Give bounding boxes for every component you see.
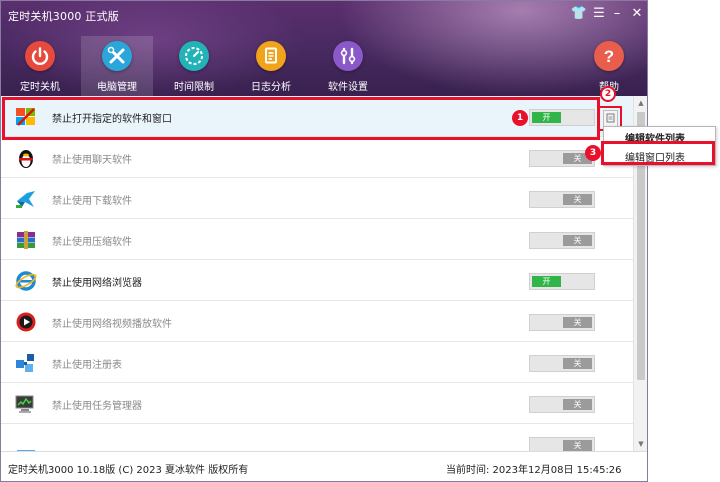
tab-label: 电脑管理 [97,82,137,93]
tab-label: 日志分析 [251,82,291,93]
qq-penguin-icon [14,146,38,170]
row-label: 禁止使用网络视频播放软件 [52,319,172,330]
toggle-knob: 开 [532,276,561,287]
row-label: 禁止使用网络浏览器 [52,278,142,289]
menu-icon[interactable]: ☰ [590,5,608,23]
task-manager-icon [14,392,38,416]
list-item[interactable]: 禁止使用注册表 关 [1,342,633,383]
log-icon [256,41,286,71]
toggle-knob: 关 [563,399,592,410]
toggle-switch[interactable]: 关 [529,396,595,413]
toggle-switch[interactable]: 关 [529,191,595,208]
help-icon: ? [594,41,624,71]
status-bar: 定时关机3000 10.18版 (C) 2023 夏冰软件 版权所有 当前时间:… [1,451,647,481]
tab-log-analysis[interactable]: 日志分析 [235,36,307,96]
toggle-knob: 关 [563,194,592,205]
tab-software-settings[interactable]: 软件设置 [312,36,384,96]
scroll-down-icon[interactable]: ▼ [634,437,647,451]
toggle-knob: 关 [563,317,592,328]
tab-label: 定时关机 [20,82,60,93]
toggle-knob: 关 [563,358,592,369]
tab-shutdown[interactable]: 定时关机 [4,36,76,96]
list-item[interactable]: 禁止使用下载软件 关 [1,178,633,219]
settings-icon [333,41,363,71]
app-window: 定时关机3000 正式版 👕 ☰ – ✕ 定时关机 电脑管理 时间限制 日志分析… [0,0,648,482]
toggle-knob: 关 [563,440,592,451]
row-label: 禁止使用任务管理器 [52,401,142,412]
header-bar: 定时关机3000 正式版 👕 ☰ – ✕ 定时关机 电脑管理 时间限制 日志分析… [1,1,647,96]
toggle-switch[interactable]: 关 [529,355,595,372]
row-label: 禁止使用压缩软件 [52,237,132,248]
current-time: 当前时间: 2023年12月08日 15:45:26 [446,465,622,476]
highlight-box-menu [601,141,715,165]
power-icon [25,41,55,71]
svg-text:?: ? [604,47,614,66]
partial-row-icon [14,433,38,451]
tab-label: 软件设置 [328,82,368,93]
list-item[interactable]: 禁止使用聊天软件 关 [1,137,633,178]
timer-icon [179,41,209,71]
window-title: 定时关机3000 正式版 [8,10,119,23]
list-item[interactable]: 禁止使用网络浏览器 开 [1,260,633,301]
list-item[interactable]: 关 [1,424,633,451]
toggle-switch[interactable]: 开 [529,273,595,290]
download-bird-icon [14,187,38,211]
winrar-books-icon [14,228,38,252]
toggle-switch[interactable]: 关 [529,437,595,451]
ie-browser-icon [14,269,38,293]
tab-label: 时间限制 [174,82,214,93]
row-label: 禁止使用注册表 [52,360,122,371]
step-badge-3: 3 [585,145,601,161]
highlight-box-row [2,97,600,140]
video-player-icon [14,310,38,334]
skin-icon[interactable]: 👕 [570,5,588,23]
step-badge-2: 2 [600,86,616,102]
list-item[interactable]: 禁止使用任务管理器 关 [1,383,633,424]
row-label: 禁止使用下载软件 [52,196,132,207]
minimize-icon[interactable]: – [608,5,626,23]
tools-icon [102,41,132,71]
tab-time-limit[interactable]: 时间限制 [158,36,230,96]
toggle-switch[interactable]: 关 [529,232,595,249]
row-label: 禁止使用聊天软件 [52,155,132,166]
registry-cubes-icon [14,351,38,375]
step-badge-1: 1 [512,110,528,126]
rule-list: 禁止打开指定的软件和窗口 开 禁止使用聊天软件 关 禁止使用下载软件 关 禁止使… [1,96,633,451]
list-item[interactable]: 禁止使用网络视频播放软件 关 [1,301,633,342]
tab-pc-management[interactable]: 电脑管理 [81,36,153,96]
toggle-knob: 关 [563,235,592,246]
close-icon[interactable]: ✕ [628,5,646,23]
scroll-up-icon[interactable]: ▲ [634,96,647,110]
toggle-switch[interactable]: 关 [529,314,595,331]
list-item[interactable]: 禁止使用压缩软件 关 [1,219,633,260]
copyright-text: 定时关机3000 10.18版 (C) 2023 夏冰软件 版权所有 [8,465,249,476]
